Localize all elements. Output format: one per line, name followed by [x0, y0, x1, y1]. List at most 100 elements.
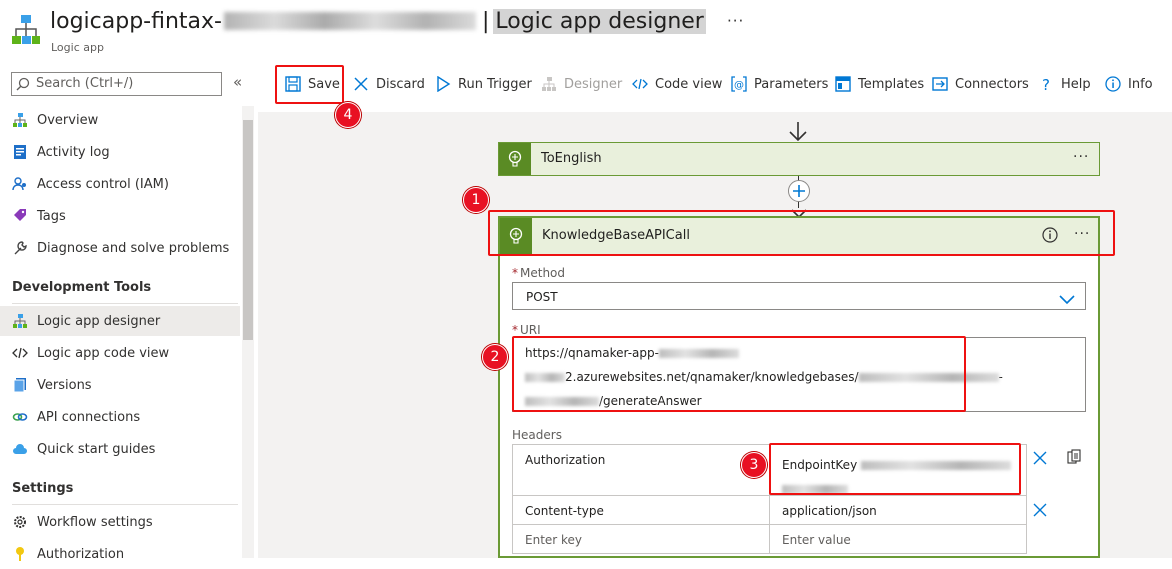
callout-badge-1: 1: [463, 187, 489, 213]
delete-header-icon[interactable]: [1033, 502, 1047, 521]
header-key-input[interactable]: Enter key: [512, 524, 770, 554]
discard-button[interactable]: Discard: [352, 70, 425, 98]
step-title: ToEnglish: [541, 151, 602, 166]
callout-badge-4: 4: [335, 102, 361, 128]
parameters-icon: @: [730, 75, 748, 93]
help-button[interactable]: ? Help: [1037, 70, 1091, 98]
link-icon: [11, 408, 29, 426]
plus-icon: [793, 185, 805, 197]
svg-text:?: ?: [1042, 76, 1050, 92]
sidebar-item-api-connections[interactable]: API connections: [0, 402, 240, 432]
collapse-sidebar-icon[interactable]: «: [233, 73, 242, 91]
close-icon: [352, 75, 370, 93]
method-select[interactable]: POST: [512, 282, 1086, 310]
sidebar-item-workflow-settings[interactable]: Workflow settings: [0, 507, 240, 537]
uri-label: * URI: [512, 323, 541, 337]
connectors-button[interactable]: Connectors: [931, 70, 1029, 98]
sidebar-item-iam[interactable]: Access control (IAM): [0, 169, 240, 199]
highlight-uri: [512, 336, 966, 412]
overview-icon: [11, 111, 29, 129]
code-view-button[interactable]: Code view: [631, 70, 722, 98]
sidebar-item-code-view[interactable]: Logic app code view: [0, 338, 240, 368]
title-separator: |: [481, 9, 490, 34]
add-step-button[interactable]: [788, 180, 810, 202]
key-icon: [11, 545, 29, 563]
sidebar-item-label: Diagnose and solve problems: [37, 240, 230, 256]
parameters-label: Parameters: [754, 76, 829, 92]
sidebar-item-diagnose[interactable]: Diagnose and solve problems: [0, 233, 240, 263]
sidebar-item-label: Activity log: [37, 144, 110, 160]
sidebar-item-quick-start[interactable]: Quick start guides: [0, 434, 240, 464]
callout-badge-2: 2: [482, 344, 508, 370]
uri-label-text: URI: [520, 323, 541, 337]
tag-icon: [11, 207, 29, 225]
search-input[interactable]: Search (Ctrl+/): [36, 76, 133, 91]
versions-icon: [11, 376, 29, 394]
title-bar: logicapp-fintax- | Logic app designer Logi…: [0, 0, 1172, 62]
logic-app-icon: [11, 14, 41, 46]
sidebar-item-overview[interactable]: Overview: [0, 105, 240, 135]
code-icon: [631, 75, 649, 93]
sidebar-item-versions[interactable]: Versions: [0, 370, 240, 400]
sidebar-item-activity-log[interactable]: Activity log: [0, 137, 240, 167]
sidebar-item-label: Tags: [37, 208, 66, 224]
templates-icon: [834, 75, 852, 93]
scrollbar-thumb[interactable]: [243, 120, 253, 340]
iam-icon: [11, 175, 29, 193]
parameters-button[interactable]: @ Parameters: [730, 70, 828, 98]
designer-icon: [540, 75, 558, 93]
run-trigger-label: Run Trigger: [458, 76, 532, 92]
step-card-toenglish[interactable]: ToEnglish ···: [498, 142, 1100, 176]
highlight-step-header: [488, 210, 1115, 256]
wrench-icon: [11, 239, 29, 257]
page-title: logicapp-fintax- | Logic app designer: [50, 9, 706, 34]
chevron-down-icon: [1059, 290, 1075, 309]
delete-header-icon[interactable]: [1033, 450, 1047, 469]
highlight-endpoint-key: [769, 443, 1021, 495]
more-options-button[interactable]: ···: [727, 12, 744, 30]
gear-icon: [11, 513, 29, 531]
method-label-text: Method: [520, 266, 566, 280]
info-label: Info: [1128, 76, 1153, 92]
sidebar-item-label: Logic app designer: [37, 313, 161, 329]
callout-badge-3: 3: [741, 452, 767, 478]
header-key-authorization[interactable]: Authorization: [512, 444, 770, 496]
code-view-label: Code view: [655, 76, 723, 92]
step-more-button[interactable]: ···: [1073, 149, 1089, 165]
uri-text: -: [998, 370, 1003, 384]
sidebar-item-logic-app-designer[interactable]: Logic app designer: [0, 306, 240, 336]
header-value-input[interactable]: Enter value: [769, 524, 1027, 554]
search-box[interactable]: Search (Ctrl+/): [11, 72, 222, 96]
designer-button[interactable]: Designer: [540, 70, 622, 98]
section-settings: Settings: [12, 481, 74, 496]
resource-type: Logic app: [51, 41, 104, 54]
sidebar-item-tags[interactable]: Tags: [0, 201, 240, 231]
play-icon: [434, 75, 452, 93]
redacted-text: [223, 12, 476, 30]
connectors-label: Connectors: [955, 76, 1029, 92]
header-value-content-type[interactable]: application/json: [769, 495, 1027, 525]
key-placeholder: Enter key: [525, 533, 583, 547]
templates-button[interactable]: Templates: [834, 70, 924, 98]
section-development-tools: Development Tools: [12, 280, 152, 295]
help-label: Help: [1061, 76, 1091, 92]
ai-brain-icon: [499, 143, 531, 175]
section-divider: [12, 504, 238, 505]
search-icon: [16, 76, 30, 91]
run-trigger-button[interactable]: Run Trigger: [434, 70, 532, 98]
header-key-content-type[interactable]: Content-type: [512, 495, 770, 525]
connectors-icon: [931, 75, 949, 93]
info-button[interactable]: Info: [1104, 70, 1153, 98]
svg-text:@: @: [734, 80, 744, 91]
sidebar-item-authorization[interactable]: Authorization: [0, 539, 240, 569]
sidebar-item-label: Quick start guides: [37, 441, 156, 457]
sidebar-item-label: Versions: [37, 377, 92, 393]
sidebar-item-label: API connections: [37, 409, 141, 425]
section-divider: [12, 303, 238, 304]
header-key: Authorization: [525, 453, 606, 467]
method-label: * Method: [512, 266, 565, 280]
resource-name: logicapp-fintax-: [50, 9, 222, 34]
switch-mode-icon[interactable]: [1066, 449, 1082, 469]
value-placeholder: Enter value: [782, 533, 851, 547]
code-icon: [11, 344, 29, 362]
